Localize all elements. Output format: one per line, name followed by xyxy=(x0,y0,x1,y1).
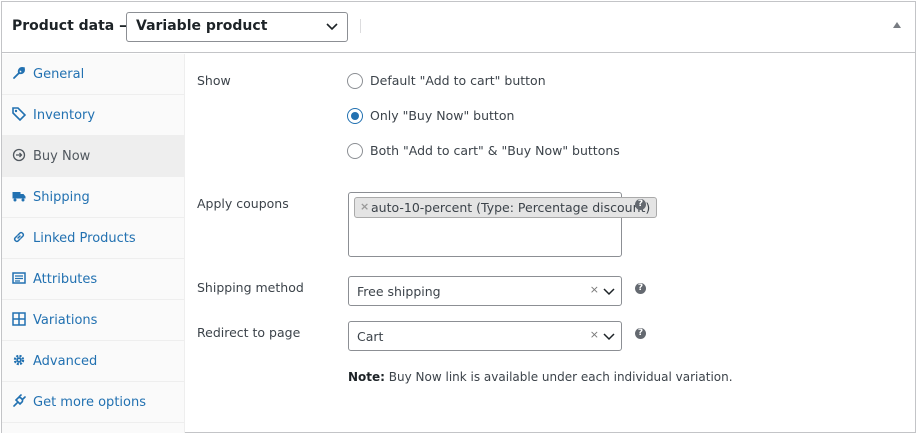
variation-note: Note: Buy Now link is available under ea… xyxy=(348,370,733,384)
clear-icon[interactable]: × xyxy=(590,328,599,341)
apply-coupons-label: Apply coupons xyxy=(197,196,289,211)
radio-label: Default "Add to cart" button xyxy=(370,73,546,88)
remove-tag-icon[interactable]: × xyxy=(360,200,369,213)
help-icon[interactable]: ? xyxy=(635,199,646,210)
tab-label: Variations xyxy=(33,313,98,328)
wrench-icon xyxy=(13,67,25,79)
tab-label: Advanced xyxy=(33,354,98,369)
redirect-page-select[interactable]: Cart × xyxy=(348,321,622,351)
coupon-tag: × auto-10-percent (Type: Percentage disc… xyxy=(354,197,658,218)
plugin-icon xyxy=(13,394,26,407)
redirect-page-value: Cart xyxy=(357,329,384,344)
product-data-panel: Product data — Variable product General … xyxy=(1,1,916,433)
arrow-circle-icon xyxy=(12,148,26,162)
radio-button[interactable] xyxy=(347,73,363,89)
help-icon[interactable]: ? xyxy=(635,283,646,294)
tab-linked-products[interactable]: Linked Products xyxy=(2,218,185,259)
tab-label: Buy Now xyxy=(33,149,91,164)
redirect-label: Redirect to page xyxy=(197,325,301,340)
tab-attributes[interactable]: Attributes xyxy=(2,259,185,300)
product-data-tabs: General Inventory Buy Now Shipping Linke… xyxy=(2,54,185,433)
tab-buy-now[interactable]: Buy Now xyxy=(2,136,185,177)
coupon-tag-text: auto-10-percent (Type: Percentage discou… xyxy=(371,200,651,215)
radio-label: Both "Add to cart" & "Buy Now" buttons xyxy=(370,143,620,158)
shipping-method-select[interactable]: Free shipping × xyxy=(348,276,622,306)
grid-icon xyxy=(12,312,26,326)
list-icon xyxy=(12,272,26,284)
clear-icon[interactable]: × xyxy=(590,283,599,296)
truck-icon xyxy=(12,192,26,202)
product-type-value: Variable product xyxy=(136,18,268,34)
tab-variations[interactable]: Variations xyxy=(2,300,185,341)
note-bold: Note: xyxy=(348,370,385,384)
link-icon xyxy=(13,231,25,243)
radio-label: Only "Buy Now" button xyxy=(370,108,515,123)
radio-button-checked[interactable] xyxy=(347,108,363,124)
gear-icon xyxy=(13,354,25,366)
tag-icon xyxy=(12,107,26,121)
product-data-header: Product data — Variable product xyxy=(2,2,915,53)
show-label: Show xyxy=(197,73,231,88)
product-data-title: Product data — xyxy=(12,18,134,34)
tab-label: Attributes xyxy=(33,272,98,287)
tab-label: Linked Products xyxy=(33,231,136,246)
tab-shipping[interactable]: Shipping xyxy=(2,177,185,218)
shipping-method-value: Free shipping xyxy=(357,284,441,299)
note-text: Buy Now link is available under each ind… xyxy=(384,370,733,384)
help-icon[interactable]: ? xyxy=(635,328,646,339)
tab-label: Get more options xyxy=(33,395,146,410)
coupons-multiselect[interactable]: × auto-10-percent (Type: Percentage disc… xyxy=(348,192,658,257)
shipping-method-label: Shipping method xyxy=(197,280,304,295)
tab-advanced[interactable]: Advanced xyxy=(2,341,185,382)
collapse-toggle-icon[interactable] xyxy=(893,22,901,28)
tab-label: General xyxy=(33,67,85,82)
tab-label: Inventory xyxy=(33,108,96,123)
chevron-down-icon xyxy=(603,333,615,341)
chevron-down-icon xyxy=(603,288,615,296)
tab-inventory[interactable]: Inventory xyxy=(2,95,185,136)
tab-general[interactable]: General xyxy=(2,54,185,95)
buy-now-panel: Show Default "Add to cart" button Only "… xyxy=(186,54,915,433)
tab-get-more-options[interactable]: Get more options xyxy=(2,382,185,423)
header-divider xyxy=(360,19,361,33)
radio-button[interactable] xyxy=(347,143,363,159)
chevron-down-icon xyxy=(326,23,338,31)
product-type-select[interactable]: Variable product xyxy=(126,12,348,42)
tab-label: Shipping xyxy=(33,190,90,205)
